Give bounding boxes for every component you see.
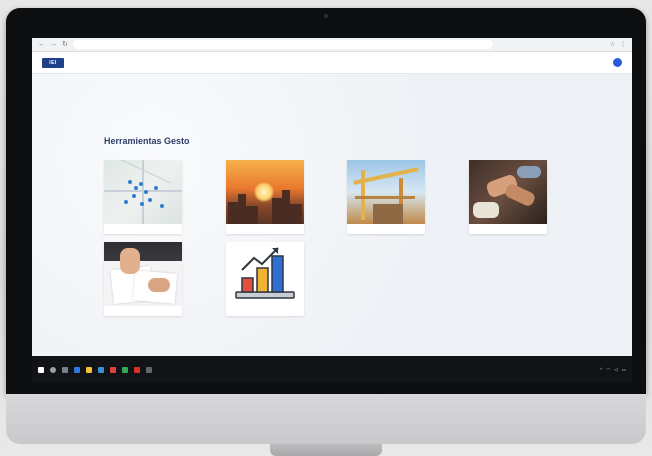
volume-icon[interactable]: ◁ (614, 367, 617, 373)
documents-thumbnail (104, 242, 182, 306)
monitor-chin (6, 394, 646, 444)
network-icon[interactable]: ◠ (606, 367, 610, 373)
edge-icon[interactable] (74, 366, 80, 373)
tool-tile-city[interactable] (226, 160, 304, 234)
tool-tile-documents[interactable] (104, 242, 182, 316)
tool-tile-map[interactable] (104, 160, 182, 234)
monitor-bezel: ← → ↻ ☆ ⋮ IEI Herramientas Gesto ^ ◠ ◁ ▭ (6, 8, 646, 394)
address-bar[interactable] (72, 40, 493, 49)
app-icon-green[interactable] (122, 366, 128, 373)
map-thumbnail (104, 160, 182, 224)
reload-button[interactable]: ↻ (62, 41, 68, 48)
back-button[interactable]: ← (38, 41, 45, 48)
browser-toolbar: ← → ↻ ☆ ⋮ (32, 38, 632, 52)
folder-icon[interactable] (86, 366, 92, 373)
taskbar: ^ ◠ ◁ ▭ (32, 356, 632, 383)
monitor-stand (270, 444, 382, 456)
forward-button[interactable]: → (50, 41, 57, 48)
tile-caption (226, 224, 304, 234)
page-content: Herramientas Gesto (32, 74, 632, 356)
site-logo[interactable]: IEI (42, 57, 64, 68)
site-header: IEI (32, 52, 632, 74)
store-icon[interactable] (98, 366, 104, 373)
windows-start-icon[interactable] (38, 366, 44, 373)
construction-thumbnail (347, 160, 425, 224)
browser-actions: ☆ ⋮ (610, 41, 626, 48)
search-icon[interactable] (50, 366, 56, 373)
tile-caption (226, 306, 304, 316)
system-tray: ^ ◠ ◁ ▭ (600, 367, 626, 373)
task-view-icon[interactable] (62, 366, 68, 373)
tray-chevron-icon[interactable]: ^ (600, 367, 602, 372)
tile-caption (347, 224, 425, 234)
tool-tile-construction[interactable] (347, 160, 425, 234)
webcam (324, 14, 328, 18)
tool-tile-statistics[interactable] (226, 242, 304, 316)
app-icon-gray[interactable] (146, 366, 152, 373)
menu-dots-icon[interactable]: ⋮ (620, 41, 626, 48)
city-sunset-thumbnail (226, 160, 304, 224)
tile-caption (104, 224, 182, 234)
screen: ← → ↻ ☆ ⋮ IEI Herramientas Gesto ^ ◠ ◁ ▭ (32, 38, 632, 383)
bar-chart-growth-icon (226, 242, 304, 306)
clock-icon[interactable]: ▭ (622, 367, 626, 373)
tool-tile-meeting[interactable] (469, 160, 547, 234)
tile-caption (469, 224, 547, 234)
user-avatar[interactable] (613, 58, 622, 67)
page-title: Herramientas Gesto (104, 136, 190, 146)
app-icon-red-2[interactable] (134, 366, 140, 373)
tile-caption (104, 306, 182, 316)
star-icon[interactable]: ☆ (610, 41, 615, 48)
app-icon-red[interactable] (110, 366, 116, 373)
logo-text: IEI (49, 59, 57, 66)
handshake-thumbnail (469, 160, 547, 224)
